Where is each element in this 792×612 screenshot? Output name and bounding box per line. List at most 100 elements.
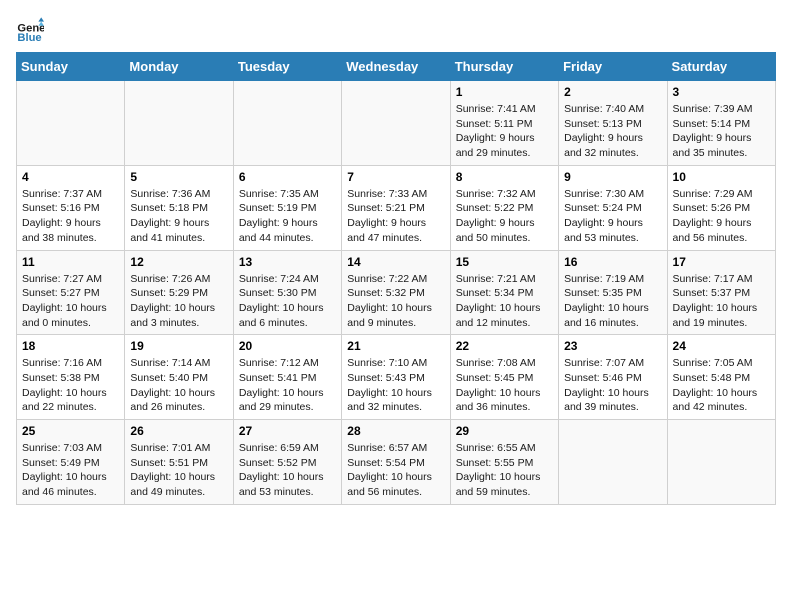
day-info: Sunrise: 6:57 AM Sunset: 5:54 PM Dayligh… (347, 441, 444, 500)
day-number: 9 (564, 170, 661, 184)
day-info: Sunrise: 7:01 AM Sunset: 5:51 PM Dayligh… (130, 441, 227, 500)
day-info: Sunrise: 6:59 AM Sunset: 5:52 PM Dayligh… (239, 441, 336, 500)
calendar-cell: 3 Sunrise: 7:39 AM Sunset: 5:14 PM Daylig… (667, 81, 775, 166)
calendar-cell: 20Sunrise: 7:12 AM Sunset: 5:41 PM Dayli… (233, 335, 341, 420)
day-number: 22 (456, 339, 553, 353)
calendar-cell: 15Sunrise: 7:21 AM Sunset: 5:34 PM Dayli… (450, 250, 558, 335)
day-number: 23 (564, 339, 661, 353)
day-info: Sunrise: 6:55 AM Sunset: 5:55 PM Dayligh… (456, 441, 553, 500)
calendar-cell: 17Sunrise: 7:17 AM Sunset: 5:37 PM Dayli… (667, 250, 775, 335)
day-number: 7 (347, 170, 444, 184)
day-info: Sunrise: 7:30 AM Sunset: 5:24 PM Dayligh… (564, 187, 661, 246)
calendar-cell: 7 Sunrise: 7:33 AM Sunset: 5:21 PM Daylig… (342, 165, 450, 250)
day-info: Sunrise: 7:27 AM Sunset: 5:27 PM Dayligh… (22, 272, 119, 331)
calendar-week-row: 25 Sunrise: 7:03 AM Sunset: 5:49 PM Dayli… (17, 420, 776, 505)
header: General Blue (16, 16, 776, 44)
day-number: 5 (130, 170, 227, 184)
day-info: Sunrise: 7:17 AM Sunset: 5:37 PM Dayligh… (673, 272, 770, 331)
day-number: 2 (564, 85, 661, 99)
day-info: Sunrise: 7:19 AM Sunset: 5:35 PM Dayligh… (564, 272, 661, 331)
day-number: 16 (564, 255, 661, 269)
day-info: Sunrise: 7:29 AM Sunset: 5:26 PM Dayligh… (673, 187, 770, 246)
calendar-week-row: 11 Sunrise: 7:27 AM Sunset: 5:27 PM Dayli… (17, 250, 776, 335)
day-number: 25 (22, 424, 119, 438)
calendar-cell: 28 Sunrise: 6:57 AM Sunset: 5:54 PM Dayli… (342, 420, 450, 505)
day-info: Sunrise: 7:24 AM Sunset: 5:30 PM Dayligh… (239, 272, 336, 331)
day-number: 18 (22, 339, 119, 353)
day-number: 12 (130, 255, 227, 269)
day-info: Sunrise: 7:39 AM Sunset: 5:14 PM Dayligh… (673, 102, 770, 161)
day-info: Sunrise: 7:22 AM Sunset: 5:32 PM Dayligh… (347, 272, 444, 331)
day-number: 20 (239, 339, 336, 353)
day-info: Sunrise: 7:36 AM Sunset: 5:18 PM Dayligh… (130, 187, 227, 246)
day-number: 6 (239, 170, 336, 184)
calendar-cell (667, 420, 775, 505)
calendar-header-row: SundayMondayTuesdayWednesdayThursdayFrid… (17, 53, 776, 81)
col-header-wednesday: Wednesday (342, 53, 450, 81)
calendar-cell: 5 Sunrise: 7:36 AM Sunset: 5:18 PM Daylig… (125, 165, 233, 250)
col-header-saturday: Saturday (667, 53, 775, 81)
day-info: Sunrise: 7:41 AM Sunset: 5:11 PM Dayligh… (456, 102, 553, 161)
day-number: 10 (673, 170, 770, 184)
calendar-week-row: 18 Sunrise: 7:16 AM Sunset: 5:38 PM Dayli… (17, 335, 776, 420)
col-header-sunday: Sunday (17, 53, 125, 81)
calendar-cell (342, 81, 450, 166)
calendar-cell: 4Sunrise: 7:37 AM Sunset: 5:16 PM Daylig… (17, 165, 125, 250)
day-info: Sunrise: 7:07 AM Sunset: 5:46 PM Dayligh… (564, 356, 661, 415)
calendar-cell (559, 420, 667, 505)
calendar-cell: 22 Sunrise: 7:08 AM Sunset: 5:45 PM Dayli… (450, 335, 558, 420)
day-number: 13 (239, 255, 336, 269)
calendar-week-row: 4Sunrise: 7:37 AM Sunset: 5:16 PM Daylig… (17, 165, 776, 250)
calendar-cell (233, 81, 341, 166)
day-info: Sunrise: 7:16 AM Sunset: 5:38 PM Dayligh… (22, 356, 119, 415)
calendar-cell: 29 Sunrise: 6:55 AM Sunset: 5:55 PM Dayli… (450, 420, 558, 505)
calendar-cell (17, 81, 125, 166)
day-info: Sunrise: 7:08 AM Sunset: 5:45 PM Dayligh… (456, 356, 553, 415)
calendar-cell: 26 Sunrise: 7:01 AM Sunset: 5:51 PM Dayli… (125, 420, 233, 505)
day-info: Sunrise: 7:10 AM Sunset: 5:43 PM Dayligh… (347, 356, 444, 415)
day-info: Sunrise: 7:33 AM Sunset: 5:21 PM Dayligh… (347, 187, 444, 246)
day-info: Sunrise: 7:37 AM Sunset: 5:16 PM Dayligh… (22, 187, 119, 246)
calendar-cell (125, 81, 233, 166)
calendar-cell: 11 Sunrise: 7:27 AM Sunset: 5:27 PM Dayli… (17, 250, 125, 335)
calendar-cell: 10 Sunrise: 7:29 AM Sunset: 5:26 PM Dayli… (667, 165, 775, 250)
day-number: 3 (673, 85, 770, 99)
day-info: Sunrise: 7:03 AM Sunset: 5:49 PM Dayligh… (22, 441, 119, 500)
day-number: 27 (239, 424, 336, 438)
day-number: 14 (347, 255, 444, 269)
day-number: 1 (456, 85, 553, 99)
calendar-week-row: 1 Sunrise: 7:41 AM Sunset: 5:11 PM Daylig… (17, 81, 776, 166)
col-header-thursday: Thursday (450, 53, 558, 81)
logo-icon: General Blue (16, 16, 44, 44)
calendar-cell: 13 Sunrise: 7:24 AM Sunset: 5:30 PM Dayli… (233, 250, 341, 335)
day-number: 19 (130, 339, 227, 353)
day-number: 29 (456, 424, 553, 438)
calendar-cell: 18 Sunrise: 7:16 AM Sunset: 5:38 PM Dayli… (17, 335, 125, 420)
day-info: Sunrise: 7:14 AM Sunset: 5:40 PM Dayligh… (130, 356, 227, 415)
calendar-cell: 23 Sunrise: 7:07 AM Sunset: 5:46 PM Dayli… (559, 335, 667, 420)
calendar-cell: 2 Sunrise: 7:40 AM Sunset: 5:13 PM Daylig… (559, 81, 667, 166)
calendar-cell: 27 Sunrise: 6:59 AM Sunset: 5:52 PM Dayli… (233, 420, 341, 505)
day-number: 28 (347, 424, 444, 438)
day-info: Sunrise: 7:35 AM Sunset: 5:19 PM Dayligh… (239, 187, 336, 246)
calendar-cell: 16 Sunrise: 7:19 AM Sunset: 5:35 PM Dayli… (559, 250, 667, 335)
day-info: Sunrise: 7:40 AM Sunset: 5:13 PM Dayligh… (564, 102, 661, 161)
col-header-friday: Friday (559, 53, 667, 81)
calendar-cell: 19 Sunrise: 7:14 AM Sunset: 5:40 PM Dayli… (125, 335, 233, 420)
calendar-cell: 25 Sunrise: 7:03 AM Sunset: 5:49 PM Dayli… (17, 420, 125, 505)
logo: General Blue (16, 16, 48, 44)
calendar-cell: 21Sunrise: 7:10 AM Sunset: 5:43 PM Dayli… (342, 335, 450, 420)
calendar-cell: 12 Sunrise: 7:26 AM Sunset: 5:29 PM Dayli… (125, 250, 233, 335)
day-number: 11 (22, 255, 119, 269)
day-number: 26 (130, 424, 227, 438)
day-number: 15 (456, 255, 553, 269)
day-info: Sunrise: 7:26 AM Sunset: 5:29 PM Dayligh… (130, 272, 227, 331)
day-info: Sunrise: 7:05 AM Sunset: 5:48 PM Dayligh… (673, 356, 770, 415)
calendar-cell: 8Sunrise: 7:32 AM Sunset: 5:22 PM Daylig… (450, 165, 558, 250)
calendar-cell: 6 Sunrise: 7:35 AM Sunset: 5:19 PM Daylig… (233, 165, 341, 250)
day-number: 24 (673, 339, 770, 353)
calendar-table: SundayMondayTuesdayWednesdayThursdayFrid… (16, 52, 776, 505)
day-number: 8 (456, 170, 553, 184)
calendar-cell: 24 Sunrise: 7:05 AM Sunset: 5:48 PM Dayli… (667, 335, 775, 420)
calendar-cell: 9 Sunrise: 7:30 AM Sunset: 5:24 PM Daylig… (559, 165, 667, 250)
